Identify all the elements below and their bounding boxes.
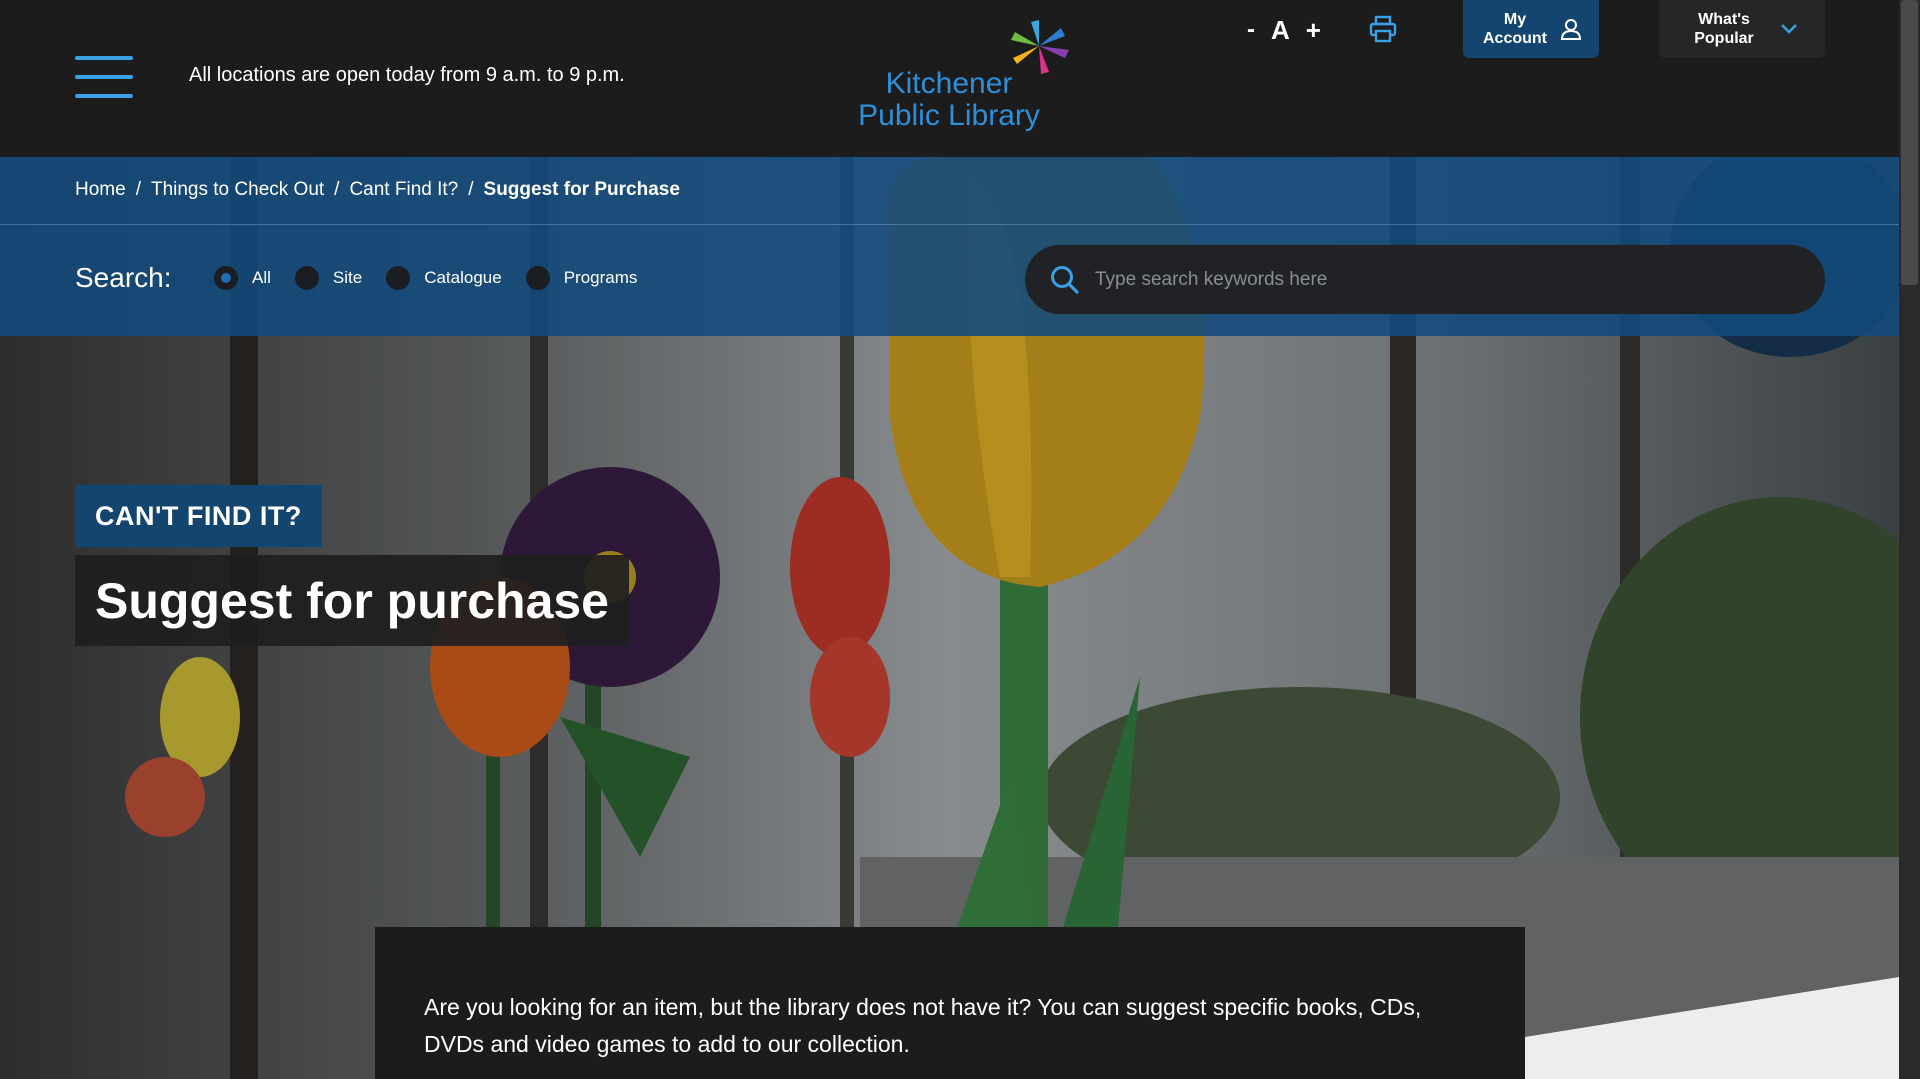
hours-notice: All locations are open today from 9 a.m.… xyxy=(189,64,625,86)
band-divider xyxy=(0,224,1899,225)
breadcrumb-separator: / xyxy=(468,179,474,200)
decrease-font-button[interactable]: - xyxy=(1247,16,1255,44)
content-card: Are you looking for an item, but the lib… xyxy=(375,927,1525,1079)
search-scope-options: All Site Catalogue Programs xyxy=(214,266,661,290)
user-icon xyxy=(1560,19,1582,40)
search-scope-programs[interactable]: Programs xyxy=(525,266,638,290)
search-scope-catalogue[interactable]: Catalogue xyxy=(386,266,502,290)
radio-label: Programs xyxy=(563,268,638,287)
section-kicker: CAN'T FIND IT? xyxy=(75,485,322,547)
whats-popular-label: What's Popular xyxy=(1694,11,1754,47)
breadcrumb-things-to-check-out[interactable]: Things to Check Out xyxy=(151,179,324,201)
whats-popular-button[interactable]: What's Popular xyxy=(1659,0,1825,58)
radio-label: Site xyxy=(332,268,363,287)
radio-button[interactable] xyxy=(525,266,550,290)
library-logo[interactable]: Kitchener Public Library xyxy=(834,18,1069,138)
search-scope-site[interactable]: Site xyxy=(294,266,363,290)
search-scope-all[interactable]: All xyxy=(214,266,271,290)
intro-paragraph: Are you looking for an item, but the lib… xyxy=(424,994,1422,1057)
scrollbar-thumb[interactable] xyxy=(1901,0,1918,285)
radio-label: Catalogue xyxy=(424,268,502,287)
logo-text: Kitchener Public Library xyxy=(834,68,1064,132)
my-account-label: My Account xyxy=(1483,11,1547,47)
logo-line-2: Public Library xyxy=(858,99,1040,132)
breadcrumb: Home / Things to Check Out / Cant Find I… xyxy=(75,179,680,201)
font-size-label: A xyxy=(1271,14,1290,45)
search-label: Search: xyxy=(75,262,172,293)
site-header: All locations are open today from 9 a.m.… xyxy=(0,0,1899,157)
page-scrollbar[interactable] xyxy=(1899,0,1920,1079)
my-account-button[interactable]: My Account xyxy=(1463,0,1599,58)
radio-button[interactable] xyxy=(386,266,411,290)
breadcrumb-separator: / xyxy=(135,179,141,200)
logo-line-1: Kitchener xyxy=(885,67,1013,100)
menu-icon[interactable] xyxy=(75,54,133,102)
search-bar[interactable] xyxy=(1025,245,1825,314)
breadcrumb-home[interactable]: Home xyxy=(75,179,126,201)
search-icon[interactable] xyxy=(1049,264,1081,296)
radio-label: All xyxy=(252,268,271,287)
logo-asterisk-icon xyxy=(1011,20,1069,74)
decorative-corner xyxy=(1525,977,1899,1079)
radio-button[interactable] xyxy=(214,266,238,290)
chevron-down-icon xyxy=(1781,24,1797,34)
page-title: Suggest for purchase xyxy=(75,555,629,646)
radio-button[interactable] xyxy=(294,266,319,290)
font-size-controls: - A + xyxy=(1247,12,1321,48)
breadcrumb-cant-find-it[interactable]: Cant Find It? xyxy=(349,179,458,201)
breadcrumb-current: Suggest for Purchase xyxy=(483,179,680,200)
breadcrumb-separator: / xyxy=(334,179,340,200)
search-input[interactable] xyxy=(1095,268,1775,291)
increase-font-button[interactable]: + xyxy=(1306,15,1321,46)
print-icon[interactable] xyxy=(1368,14,1398,44)
